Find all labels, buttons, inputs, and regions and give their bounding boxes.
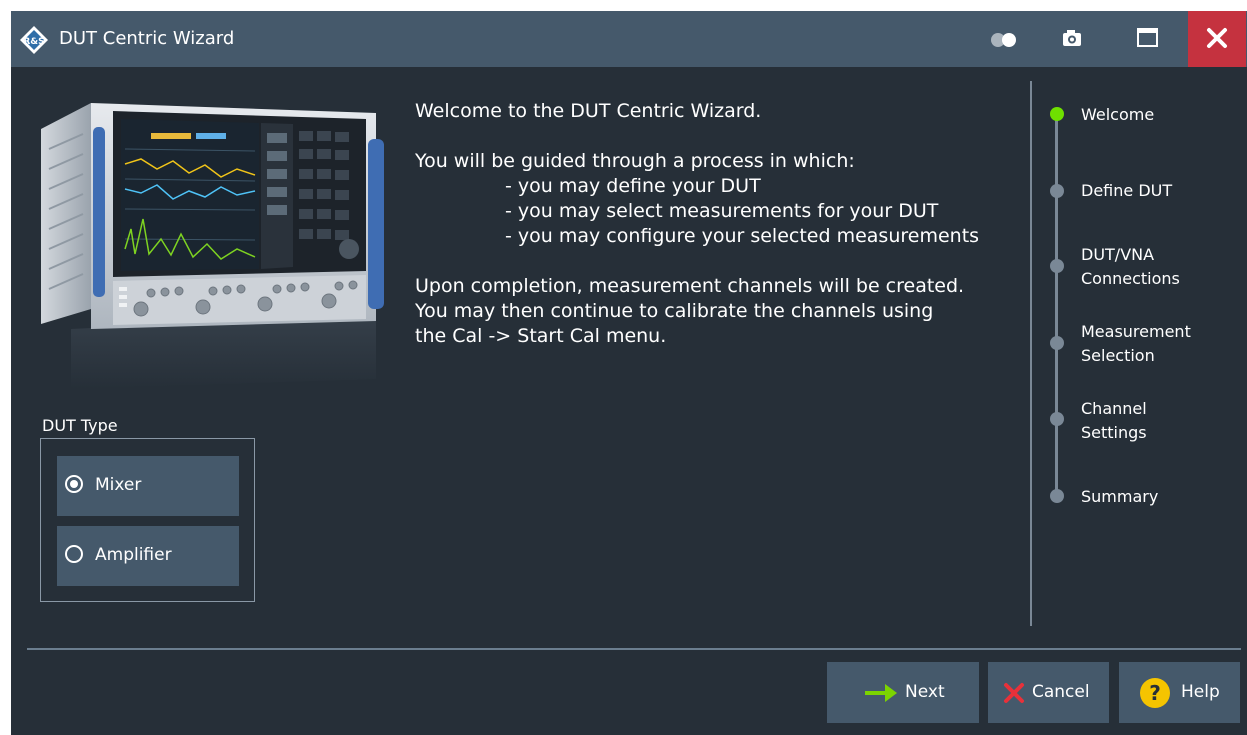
next-label: Next — [905, 682, 945, 702]
step-channel-settings[interactable]: Channel Settings — [1081, 397, 1147, 445]
step-dot-welcome — [1050, 107, 1064, 121]
cancel-x-icon — [1004, 683, 1024, 703]
maximize-button[interactable] — [1118, 11, 1176, 67]
step-measurement-line2: Selection — [1081, 346, 1155, 365]
footer-separator — [27, 648, 1241, 650]
intro-calibrate: You may then continue to calibrate the c… — [415, 300, 934, 322]
close-button[interactable] — [1188, 11, 1246, 67]
step-connections-line2: Connections — [1081, 269, 1180, 288]
step-measurement-line1: Measurement — [1081, 322, 1191, 341]
intro-completion: Upon completion, measurement channels wi… — [415, 275, 965, 297]
maximize-icon — [1137, 28, 1158, 47]
dut-type-group: Mixer Amplifier — [40, 438, 255, 602]
step-connections[interactable]: DUT/VNA Connections — [1081, 243, 1180, 291]
radio-amplifier[interactable]: Amplifier — [57, 526, 239, 586]
step-dot-summary — [1050, 489, 1064, 503]
svg-text:?: ? — [1149, 681, 1161, 705]
cancel-button[interactable]: Cancel — [988, 662, 1109, 723]
close-icon — [1207, 28, 1227, 48]
next-button[interactable]: Next — [827, 662, 979, 723]
title-bar: R&S DUT Centric Wizard — [11, 11, 1247, 67]
step-channel-line1: Channel — [1081, 399, 1147, 418]
step-summary[interactable]: Summary — [1081, 485, 1158, 509]
radio-mixer-label: Mixer — [95, 475, 142, 495]
radio-unchecked-icon — [65, 545, 83, 563]
step-welcome[interactable]: Welcome — [1081, 103, 1154, 127]
help-label: Help — [1181, 682, 1220, 702]
intro-bullet-configure: - you may configure your selected measur… — [505, 225, 980, 247]
wizard-window: R&S DUT Centric Wizard Welcome to the DU… — [11, 11, 1247, 735]
arrow-right-icon — [865, 684, 897, 702]
camera-icon — [1063, 30, 1081, 46]
help-icon: ? — [1140, 678, 1170, 708]
step-measurement-selection[interactable]: Measurement Selection — [1081, 320, 1191, 368]
toggle-icon[interactable] — [987, 29, 1021, 51]
intro-cal-menu: the Cal -> Start Cal menu. — [415, 325, 667, 347]
vna-device-image — [41, 103, 384, 389]
cancel-label: Cancel — [1032, 682, 1090, 702]
intro-text: Welcome to the DUT Centric Wizard. You w… — [415, 99, 979, 349]
radio-amplifier-label: Amplifier — [95, 545, 172, 565]
intro-bullet-define: - you may define your DUT — [505, 175, 761, 197]
screenshot-button[interactable] — [1043, 11, 1101, 67]
step-connections-line1: DUT/VNA — [1081, 245, 1155, 264]
step-dot-channel — [1050, 412, 1064, 426]
step-dot-define-dut — [1050, 184, 1064, 198]
step-dot-measurement — [1050, 336, 1064, 350]
step-dot-connections — [1050, 259, 1064, 273]
window-title: DUT Centric Wizard — [59, 28, 235, 49]
radio-checked-icon — [65, 475, 83, 493]
svg-text:R&S: R&S — [23, 37, 44, 47]
dut-type-label: DUT Type — [42, 416, 118, 435]
intro-bullet-select: - you may select measurements for your D… — [505, 200, 939, 222]
step-define-dut[interactable]: Define DUT — [1081, 179, 1172, 203]
radio-mixer[interactable]: Mixer — [57, 456, 239, 516]
steps-track — [1055, 119, 1058, 499]
rs-logo-icon: R&S — [20, 26, 48, 54]
help-button[interactable]: ? Help — [1119, 662, 1240, 723]
intro-welcome: Welcome to the DUT Centric Wizard. — [415, 100, 762, 122]
intro-guided: You will be guided through a process in … — [415, 150, 855, 172]
sidebar-divider — [1030, 81, 1032, 626]
step-channel-line2: Settings — [1081, 423, 1147, 442]
